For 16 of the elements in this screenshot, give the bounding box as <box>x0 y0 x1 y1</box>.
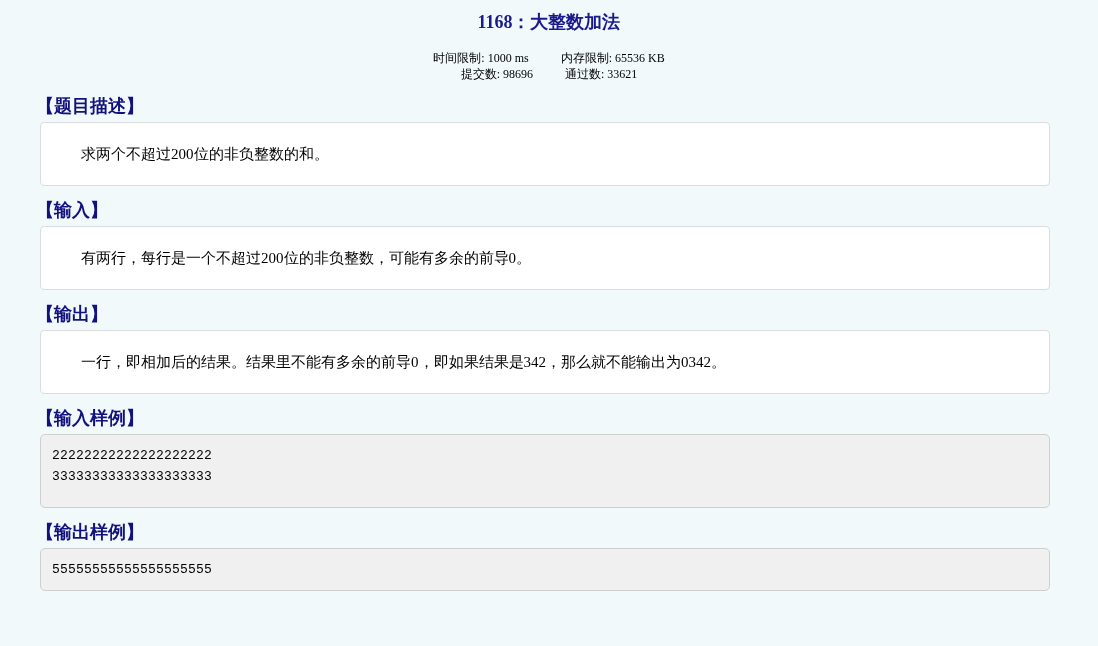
section-text: 求两个不超过200位的非负整数的和。 <box>81 145 330 164</box>
section-heading: 【题目描述】 <box>36 94 144 118</box>
submission-count: 提交数: 98696 <box>460 66 533 82</box>
section-heading: 【输入】 <box>36 198 108 222</box>
memory-limit: 内存限制: 65536 KB <box>560 50 665 66</box>
accepted-count: 通过数: 33621 <box>565 66 638 82</box>
section-text: 一行，即相加后的结果。结果里不能有多余的前导0，即如果结果是342，那么就不能输出为0342。 <box>81 353 727 372</box>
section-heading: 【输出样例】 <box>36 520 144 544</box>
sample-line: 22222222222222222222 <box>52 447 214 465</box>
sample-line: 55555555555555555555 <box>52 561 214 579</box>
time-limit: 时间限制: 1000 ms <box>433 50 529 66</box>
section-text: 有两行，每行是一个不超过200位的非负整数，可能有多余的前导0。 <box>81 249 532 268</box>
section-heading: 【输出】 <box>36 302 108 326</box>
section-heading: 【输入样例】 <box>36 406 144 430</box>
problem-title: 1168：大整数加法 <box>477 11 621 34</box>
sample-line: 33333333333333333333 <box>52 468 214 486</box>
